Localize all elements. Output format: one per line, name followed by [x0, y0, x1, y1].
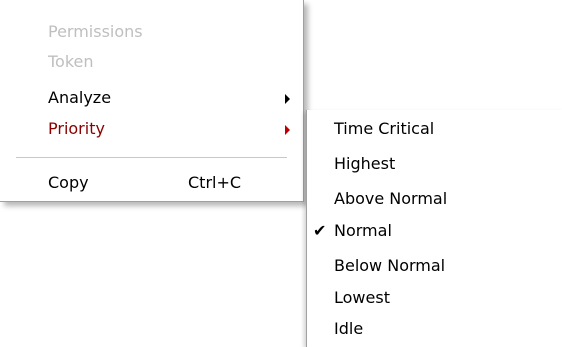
checkmark-icon: ✔	[313, 221, 327, 240]
priority-item-time-critical[interactable]: Time Critical	[307, 112, 562, 146]
menu-item-label: Copy	[48, 173, 89, 192]
submenu-arrow-icon	[285, 125, 290, 135]
menu-separator	[16, 157, 287, 158]
menu-item-permissions: Permissions	[0, 15, 303, 49]
menu-item-shortcut: Ctrl+C	[188, 173, 242, 192]
menu-item-label: Analyze	[48, 88, 112, 107]
priority-item-idle[interactable]: Idle	[307, 312, 562, 346]
menu-item-analyze[interactable]: Analyze	[0, 81, 303, 115]
menu-item-priority[interactable]: Priority	[0, 112, 303, 146]
menu-item-label: Token	[48, 52, 94, 71]
priority-item-label: Idle	[334, 319, 364, 338]
priority-item-label: Highest	[334, 154, 396, 173]
priority-item-below-normal[interactable]: Below Normal	[307, 249, 562, 283]
priority-item-label: Below Normal	[334, 256, 446, 275]
priority-item-normal[interactable]: ✔ Normal	[307, 214, 562, 248]
priority-item-label: Normal	[334, 221, 392, 240]
priority-item-lowest[interactable]: Lowest	[307, 281, 562, 315]
menu-item-label: Permissions	[48, 22, 143, 41]
priority-item-above-normal[interactable]: Above Normal	[307, 182, 562, 216]
menu-item-token: Token	[0, 45, 303, 79]
priority-item-label: Above Normal	[334, 189, 448, 208]
priority-submenu: Time Critical Highest Above Normal ✔ Nor…	[306, 110, 562, 347]
priority-item-label: Lowest	[334, 288, 390, 307]
submenu-arrow-icon	[285, 94, 290, 104]
context-menu: Permissions Token Analyze Priority Copy …	[0, 0, 304, 202]
priority-item-label: Time Critical	[334, 119, 435, 138]
priority-item-highest[interactable]: Highest	[307, 147, 562, 181]
menu-item-copy[interactable]: Copy Ctrl+C	[0, 166, 303, 200]
menu-item-label: Priority	[48, 119, 105, 138]
